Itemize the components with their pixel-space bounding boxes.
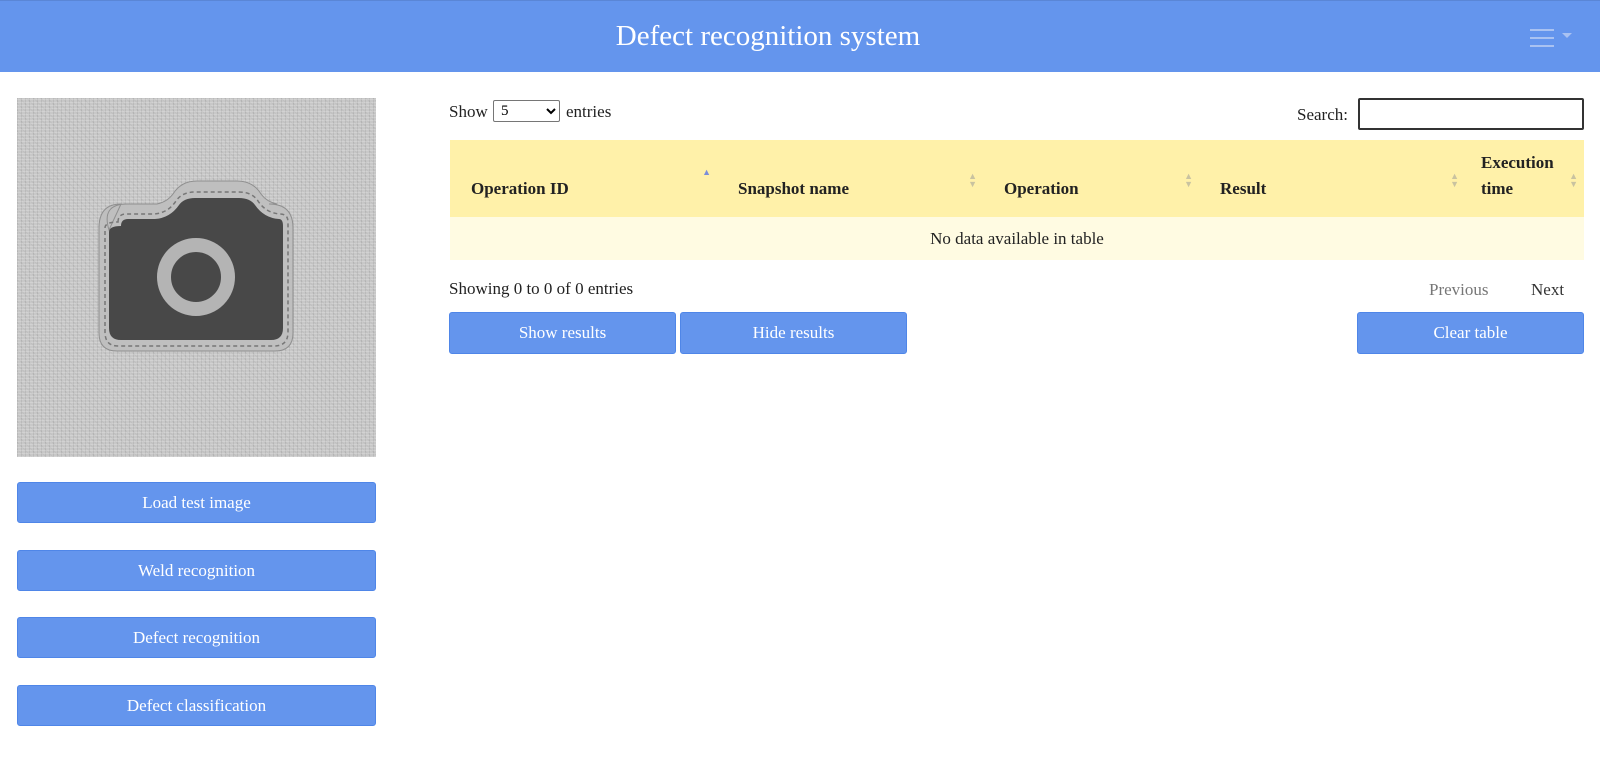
- table-header-row: Operation ID ▲ Snapshot name ▲ ▼ Operatio…: [450, 140, 1584, 217]
- weld-recognition-button[interactable]: Weld recognition: [17, 550, 376, 591]
- sort-both-icon: ▲ ▼: [1569, 171, 1578, 189]
- entries-per-page-select[interactable]: 5: [493, 100, 560, 122]
- column-header-operation[interactable]: Operation ▲ ▼: [983, 140, 1199, 217]
- column-header-execution-time[interactable]: Execution time ▲ ▼: [1465, 140, 1584, 217]
- show-results-button[interactable]: Show results: [449, 312, 676, 354]
- empty-table-message: No data available in table: [930, 228, 1104, 248]
- column-label: Operation: [1004, 179, 1079, 198]
- table-row: No data available in table: [450, 217, 1584, 260]
- page-title: Defect recognition system: [615, 20, 921, 52]
- camera-icon: [98, 180, 294, 352]
- hide-results-button[interactable]: Hide results: [680, 312, 907, 354]
- top-navbar: Defect recognition system: [0, 0, 1600, 72]
- column-label: Snapshot name: [738, 179, 850, 198]
- clear-table-button[interactable]: Clear table: [1357, 312, 1584, 354]
- column-label: Result: [1220, 179, 1267, 198]
- column-header-snapshot-name[interactable]: Snapshot name ▲ ▼: [717, 140, 983, 217]
- table-info: Showing 0 to 0 of 0 entries: [449, 279, 634, 298]
- load-test-image-button[interactable]: Load test image: [17, 482, 376, 523]
- column-header-operation-id[interactable]: Operation ID ▲: [450, 140, 717, 217]
- caret-down-icon: [1562, 33, 1572, 38]
- hamburger-menu-icon: [1530, 29, 1572, 47]
- sort-both-icon: ▲ ▼: [1450, 171, 1459, 189]
- next-page-button[interactable]: Next: [1531, 280, 1564, 300]
- search-label: Search:: [1297, 105, 1348, 124]
- snapshot-preview: [17, 98, 376, 457]
- search-input[interactable]: [1358, 98, 1584, 130]
- defect-classification-button[interactable]: Defect classification: [17, 685, 376, 726]
- defect-recognition-button[interactable]: Defect recognition: [17, 617, 376, 658]
- entries-label: entries: [566, 102, 612, 121]
- column-label: Operation ID: [471, 179, 569, 198]
- menu-toggle-button[interactable]: [1526, 27, 1574, 49]
- sort-ascending-icon: ▲: [702, 167, 711, 177]
- column-header-result[interactable]: Result ▲ ▼: [1199, 140, 1465, 217]
- left-panel: Load test image Weld recognition Defect …: [17, 98, 376, 726]
- show-label: Show: [449, 102, 488, 121]
- sort-both-icon: ▲ ▼: [1184, 171, 1193, 189]
- column-label: Execution time: [1481, 153, 1554, 198]
- sort-both-icon: ▲ ▼: [968, 171, 977, 189]
- operations-table: Operation ID ▲ Snapshot name ▲ ▼ Operatio…: [450, 140, 1584, 260]
- previous-page-button[interactable]: Previous: [1429, 280, 1489, 300]
